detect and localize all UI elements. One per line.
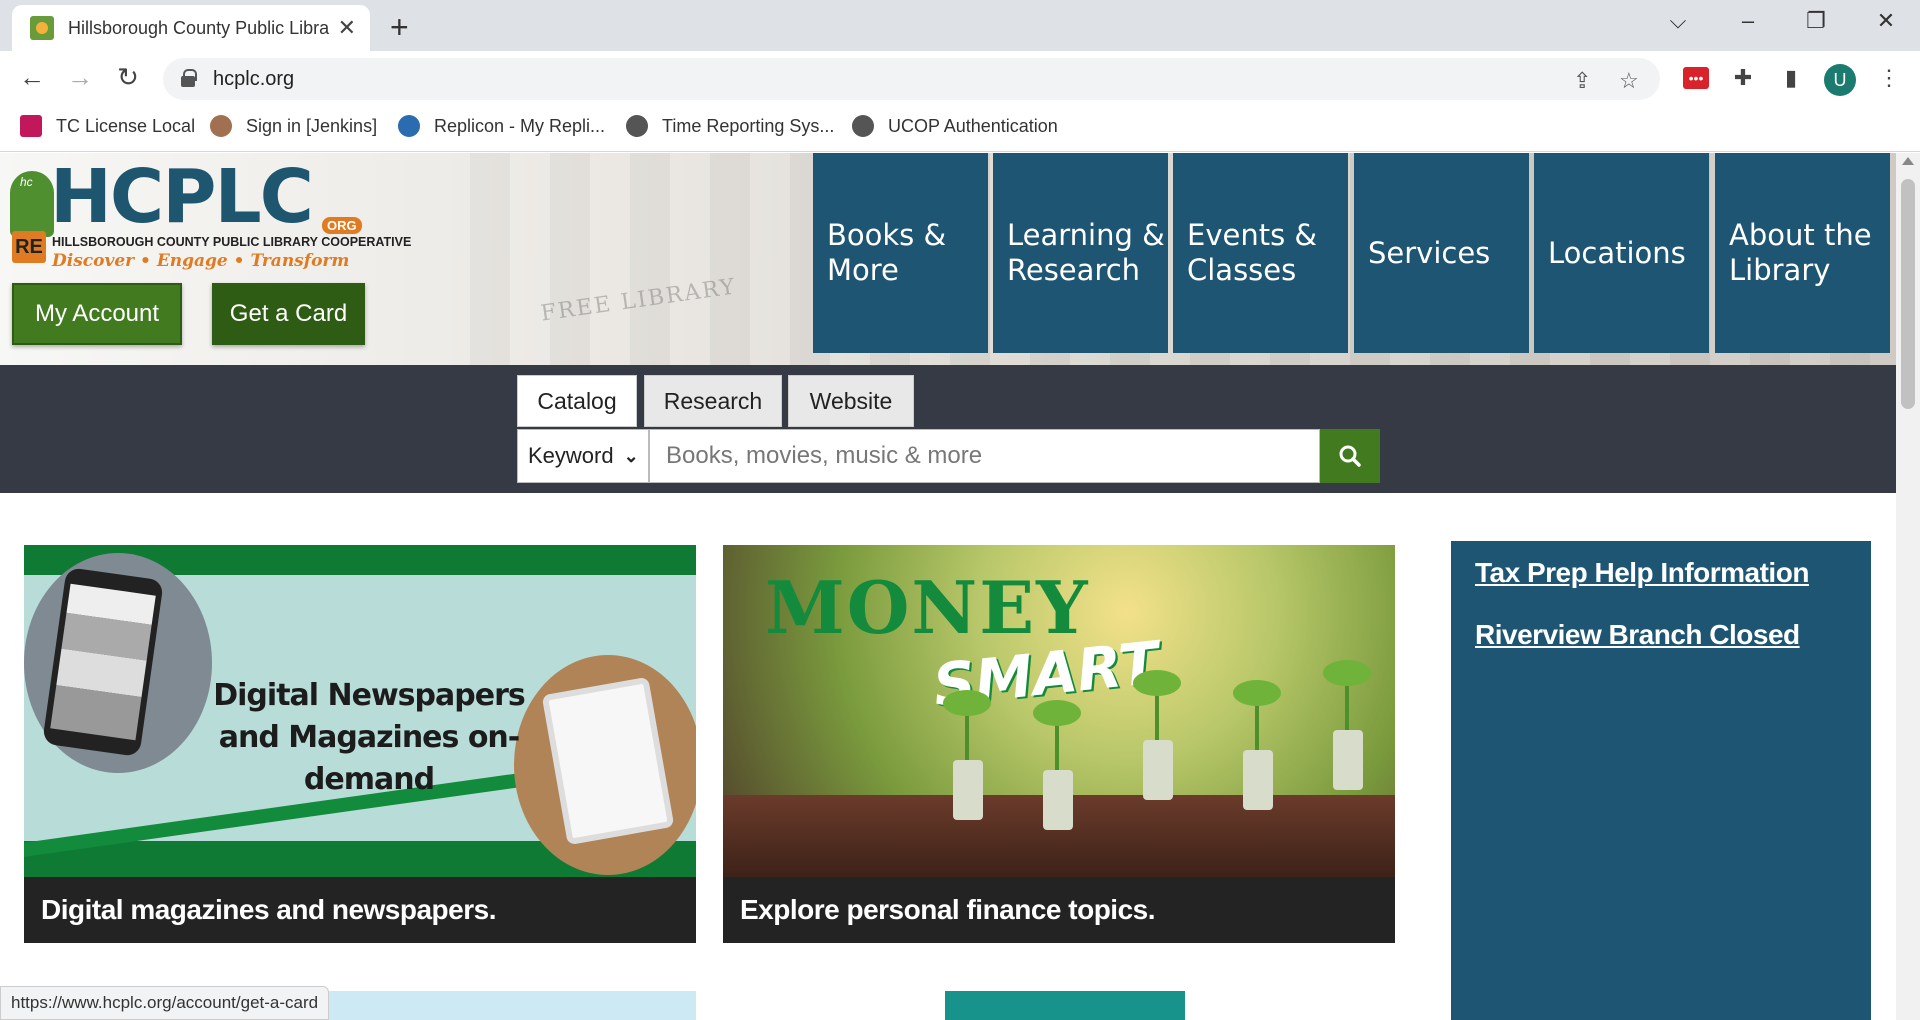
- money-sprout-icon: [1133, 670, 1181, 800]
- feature-card-peek[interactable]: [723, 991, 1395, 1020]
- minimize-icon[interactable]: –: [1728, 8, 1768, 34]
- money-smart-image: MONEY SMART: [723, 545, 1395, 877]
- alert-link-riverview-closed[interactable]: Riverview Branch Closed: [1475, 619, 1847, 651]
- feature-card-money-smart[interactable]: MONEY SMART Explore personal finance top…: [723, 545, 1395, 943]
- money-sprout-icon: [1233, 680, 1281, 810]
- digital-newspapers-image: Digital Newspapers and Magazines on-dema…: [24, 545, 696, 877]
- extensions-puzzle-icon[interactable]: ✚: [1728, 63, 1758, 93]
- site-header: FREE LIBRARY RE HCPLC ORG HILLSBOROUGH C…: [0, 153, 1896, 365]
- side-panel-icon[interactable]: ▮: [1776, 63, 1806, 93]
- chevron-down-icon: ⌄: [623, 445, 639, 466]
- bookmark-item[interactable]: Time Reporting Sys...: [626, 115, 834, 137]
- tab-search-chevron-icon[interactable]: ⌵: [1658, 8, 1698, 34]
- bookmark-label: Sign in [Jenkins]: [246, 115, 378, 136]
- money-sprout-icon: [943, 690, 991, 820]
- bookmark-star-icon[interactable]: ☆: [1619, 68, 1639, 94]
- browser-toolbar: ← → ↻ hcplc.org ⇪ ☆ ••• ✚ ▮ U ⋮: [0, 51, 1920, 106]
- tab-title: Hillsborough County Public Libra: [68, 17, 330, 38]
- tab-website[interactable]: Website: [788, 375, 914, 427]
- bookmark-item[interactable]: Sign in [Jenkins]: [210, 115, 377, 137]
- bookmark-favicon-icon: [20, 115, 42, 137]
- money-sprout-icon: [1323, 660, 1371, 790]
- card-caption[interactable]: Explore personal finance topics.: [723, 877, 1395, 943]
- search-scope-value: Keyword: [528, 443, 614, 468]
- alerts-panel: Tax Prep Help Information Riverview Bran…: [1451, 541, 1871, 1020]
- logo-badge-icon: [10, 171, 54, 237]
- nav-services[interactable]: Services: [1354, 153, 1529, 353]
- logo-wordmark: HCPLC: [50, 154, 314, 240]
- get-a-card-button[interactable]: Get a Card: [212, 283, 365, 345]
- nav-locations[interactable]: Locations: [1534, 153, 1709, 353]
- address-url[interactable]: hcplc.org: [213, 68, 294, 91]
- extension-lastpass-icon[interactable]: •••: [1683, 67, 1709, 89]
- lock-icon[interactable]: [181, 69, 197, 87]
- tab-catalog[interactable]: Catalog: [517, 375, 637, 427]
- page-scrollbar[interactable]: [1896, 153, 1920, 1020]
- new-tab-icon[interactable]: +: [390, 9, 409, 46]
- bookmark-label: Replicon - My Repli...: [434, 115, 606, 136]
- my-account-button[interactable]: My Account: [12, 283, 182, 345]
- address-bar[interactable]: hcplc.org ⇪ ☆: [163, 58, 1660, 100]
- bookmark-label: UCOP Authentication: [888, 115, 1058, 136]
- search-scope-select[interactable]: Keyword ⌄: [517, 429, 649, 483]
- bookmark-label: Time Reporting Sys...: [662, 115, 835, 136]
- browser-tab-strip: Hillsborough County Public Libra ✕ + ⌵ –…: [0, 0, 1920, 51]
- nav-books-and-more[interactable]: Books & More: [813, 153, 988, 353]
- feature-card-digital-magazines[interactable]: Digital Newspapers and Magazines on-dema…: [24, 545, 696, 943]
- hcplc-logo[interactable]: RE HCPLC ORG HILLSBOROUGH COUNTY PUBLIC …: [10, 157, 411, 277]
- card-image-title: MONEY: [765, 565, 1090, 650]
- scrollbar-thumb[interactable]: [1901, 179, 1915, 409]
- forward-icon[interactable]: →: [64, 62, 96, 93]
- money-sprout-icon: [1033, 700, 1081, 830]
- bookmark-item[interactable]: Replicon - My Repli...: [398, 115, 605, 137]
- profile-avatar[interactable]: U: [1824, 64, 1856, 96]
- bookmarks-bar: TC License Local Sign in [Jenkins] Repli…: [0, 106, 1920, 152]
- globe-icon: [852, 115, 874, 137]
- reload-icon[interactable]: ↻: [112, 62, 144, 93]
- search-icon: [1339, 445, 1361, 467]
- browser-tab[interactable]: Hillsborough County Public Libra ✕: [12, 5, 370, 51]
- search-input[interactable]: Books, movies, music & more: [649, 429, 1320, 483]
- card-image-text: Digital Newspapers and Magazines on-dema…: [213, 678, 525, 797]
- nav-events-and-classes[interactable]: Events & Classes: [1173, 153, 1348, 353]
- close-tab-icon[interactable]: ✕: [338, 15, 356, 41]
- site-favicon-icon: [30, 16, 54, 40]
- logo-re-icon: RE: [12, 231, 46, 263]
- link-status-bar: https://www.hcplc.org/account/get-a-card: [0, 986, 330, 1020]
- scroll-up-icon[interactable]: [1902, 157, 1914, 165]
- bookmark-item[interactable]: TC License Local: [20, 115, 195, 137]
- browser-menu-icon[interactable]: ⋮: [1874, 63, 1904, 93]
- globe-icon: [626, 115, 648, 137]
- close-window-icon[interactable]: ✕: [1866, 8, 1906, 34]
- bookmark-item[interactable]: UCOP Authentication: [852, 115, 1058, 137]
- tab-research[interactable]: Research: [644, 375, 782, 427]
- nav-learning-and-research[interactable]: Learning & Research: [993, 153, 1168, 353]
- logo-tagline: Discover • Engage • Transform: [52, 251, 350, 271]
- search-panel: Catalog Research Website Keyword ⌄ Books…: [0, 365, 1896, 493]
- logo-org-badge: ORG: [322, 217, 362, 234]
- bookmark-label: TC License Local: [56, 115, 196, 136]
- jenkins-icon: [210, 115, 232, 137]
- alert-link-tax-prep[interactable]: Tax Prep Help Information: [1475, 557, 1847, 589]
- search-button[interactable]: [1320, 429, 1380, 483]
- back-icon[interactable]: ←: [16, 62, 48, 93]
- card-caption[interactable]: Digital magazines and newspapers.: [24, 877, 696, 943]
- nav-about-the-library[interactable]: About the Library: [1715, 153, 1890, 353]
- restore-icon[interactable]: ❐: [1796, 8, 1836, 34]
- web-page: FREE LIBRARY RE HCPLC ORG HILLSBOROUGH C…: [0, 153, 1896, 1020]
- logo-subtitle: HILLSBOROUGH COUNTY PUBLIC LIBRARY COOPE…: [52, 235, 412, 249]
- share-icon[interactable]: ⇪: [1573, 68, 1591, 94]
- replicon-icon: [398, 115, 420, 137]
